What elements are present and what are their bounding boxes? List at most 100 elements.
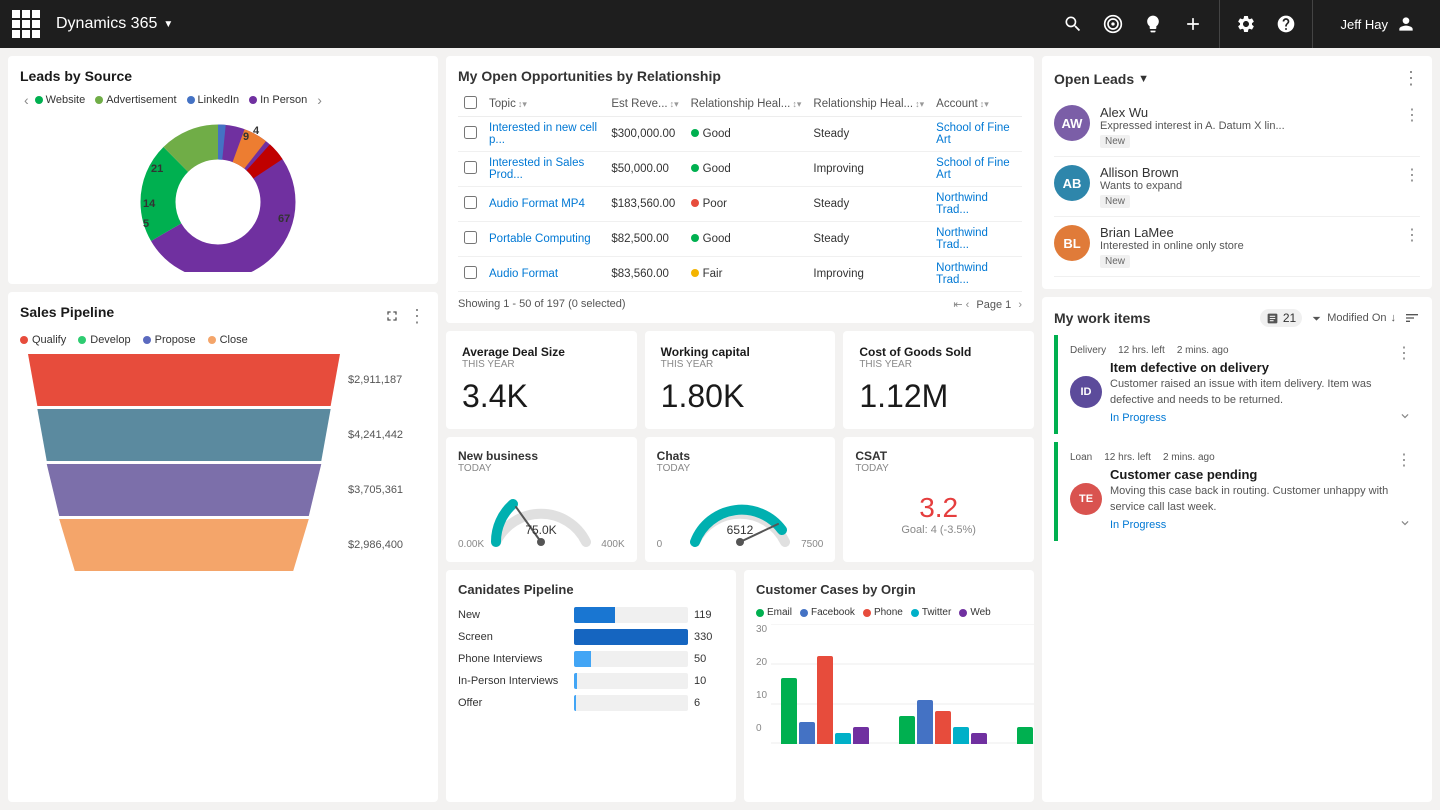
row-checkbox[interactable] [458, 257, 483, 292]
candidates-rows: New 119 Screen 330 Phone Interviews 50 I… [458, 607, 724, 711]
row-checkbox[interactable] [458, 187, 483, 222]
cases-legend: Email Facebook Phone Twitter Web [756, 607, 1022, 618]
row-health1: Good [685, 222, 808, 257]
pipeline-legend: Qualify Develop Propose Close [20, 334, 426, 346]
help-icon[interactable] [1276, 14, 1296, 34]
legend-prev-arrow[interactable]: ‹ [20, 92, 33, 108]
open-leads-more[interactable]: ⋮ [1402, 68, 1420, 89]
kpi-working-capital: Working capital THIS YEAR 1.80K [645, 331, 836, 429]
user-menu[interactable]: Jeff Hay [1329, 14, 1428, 34]
close-label: Close [220, 334, 248, 346]
row-account: Northwind Trad... [930, 222, 1022, 257]
cand-label: Phone Interviews [458, 653, 568, 665]
cases-group [781, 656, 869, 744]
expand-icon[interactable] [384, 308, 400, 324]
work-item-avatar: TE [1070, 483, 1102, 515]
select-all-col[interactable] [458, 92, 483, 117]
work-item-meta: Loan 12 hrs. left 2 mins. ago [1070, 452, 1410, 463]
work-item-expand-icon[interactable] [1398, 409, 1412, 426]
waffle-menu[interactable] [12, 10, 40, 38]
row-topic[interactable]: Interested in new cell p... [483, 117, 605, 152]
lead-badge: New [1100, 135, 1130, 148]
table-row: Audio Format MP4 $183,560.00 Poor Steady… [458, 187, 1022, 222]
kpi-cogs: Cost of Goods Sold THIS YEAR 1.12M [843, 331, 1034, 429]
legend-next-arrow[interactable]: › [313, 92, 326, 108]
propose-dot [143, 336, 151, 344]
cand-label: Offer [458, 697, 568, 709]
work-sort-arrow[interactable]: ↓ [1391, 312, 1397, 324]
pipeline-header: Sales Pipeline ⋮ [20, 304, 426, 328]
lightbulb-icon[interactable] [1143, 14, 1163, 34]
work-item-more-icon[interactable]: ⋮ [1396, 450, 1412, 470]
row-checkbox[interactable] [458, 117, 483, 152]
lead-more-icon[interactable]: ⋮ [1404, 165, 1420, 185]
candidate-row: In-Person Interviews 10 [458, 673, 724, 689]
row-topic[interactable]: Portable Computing [483, 222, 605, 257]
work-sort-control[interactable]: Modified On ↓ [1310, 312, 1396, 325]
inperson-dot [249, 96, 257, 104]
lead-name[interactable]: Alex Wu [1100, 105, 1394, 120]
legend-inperson: In Person [249, 94, 307, 106]
lead-info: Brian LaMee Interested in online only st… [1100, 225, 1394, 268]
lead-item: AW Alex Wu Expressed interest in A. Datu… [1054, 97, 1420, 157]
lead-info: Alex Wu Expressed interest in A. Datum X… [1100, 105, 1394, 148]
chats-sub: TODAY [657, 463, 824, 474]
row-topic[interactable]: Audio Format MP4 [483, 187, 605, 222]
work-count: 21 [1260, 309, 1302, 327]
work-item-time-ago: 2 mins. ago [1163, 452, 1215, 463]
propose-bar [28, 464, 340, 516]
row-checkbox[interactable] [458, 222, 483, 257]
cand-bar-wrap [574, 629, 688, 645]
add-icon[interactable] [1183, 14, 1203, 34]
row-topic[interactable]: Audio Format [483, 257, 605, 292]
work-item-expand-icon[interactable] [1398, 516, 1412, 533]
qualify-label: Qualify [32, 334, 66, 346]
search-icon[interactable] [1063, 14, 1083, 34]
cases-bar [953, 727, 969, 744]
work-item: Loan 12 hrs. left 2 mins. ago TE Custome… [1054, 442, 1420, 541]
phone-legend: Phone [863, 607, 903, 618]
row-topic[interactable]: Interested in Sales Prod... [483, 152, 605, 187]
kpi-wc-sub: THIS YEAR [661, 359, 820, 370]
cases-bar [917, 700, 933, 744]
goals-icon[interactable] [1103, 14, 1123, 34]
chats-gauge-wrap: 6512 0 7500 [657, 482, 824, 550]
cases-bars-container [771, 624, 1034, 744]
lead-more-icon[interactable]: ⋮ [1404, 105, 1420, 125]
develop-bar [28, 409, 340, 461]
lead-more-icon[interactable]: ⋮ [1404, 225, 1420, 245]
lead-info: Allison Brown Wants to expand New [1100, 165, 1394, 208]
legend-website: Website [35, 94, 86, 106]
svg-text:75.0K: 75.0K [526, 523, 557, 537]
row-account: School of Fine Art [930, 152, 1022, 187]
first-page-icon[interactable]: ⇤ [953, 299, 962, 311]
kpi-wc-label: Working capital [661, 345, 820, 359]
develop-dot [78, 336, 86, 344]
pipeline-title: Sales Pipeline [20, 304, 114, 320]
lead-name[interactable]: Brian LaMee [1100, 225, 1394, 240]
title-caret-icon: ▼ [163, 19, 173, 30]
customer-cases-card: Customer Cases by Orgin Email Facebook P… [744, 570, 1034, 802]
row-health2: Steady [807, 117, 930, 152]
lead-name[interactable]: Allison Brown [1100, 165, 1394, 180]
cases-bar [835, 733, 851, 744]
settings-icon[interactable] [1236, 14, 1256, 34]
svg-text:5: 5 [143, 218, 149, 230]
open-leads-caret[interactable]: ▼ [1138, 73, 1149, 85]
work-item-desc: Moving this case back in routing. Custom… [1110, 484, 1410, 515]
csat-value: 3.2 [919, 492, 958, 524]
work-filter-icon[interactable] [1404, 310, 1420, 326]
row-checkbox[interactable] [458, 152, 483, 187]
row-health1: Fair [685, 257, 808, 292]
pipeline-more-icon[interactable]: ⋮ [408, 306, 426, 327]
email-label: Email [767, 607, 792, 618]
work-title: My work items [1054, 310, 1252, 326]
leads-legend: ‹ Website Advertisement LinkedIn In Pers… [20, 92, 426, 108]
svg-text:21: 21 [151, 163, 163, 175]
work-item-more-icon[interactable]: ⋮ [1396, 343, 1412, 363]
row-health2: Improving [807, 257, 930, 292]
select-all-checkbox[interactable] [464, 96, 477, 109]
prev-page-icon[interactable]: ‹ [966, 299, 970, 311]
app-title[interactable]: Dynamics 365 ▼ [56, 15, 173, 33]
next-page-icon[interactable]: › [1018, 299, 1022, 311]
